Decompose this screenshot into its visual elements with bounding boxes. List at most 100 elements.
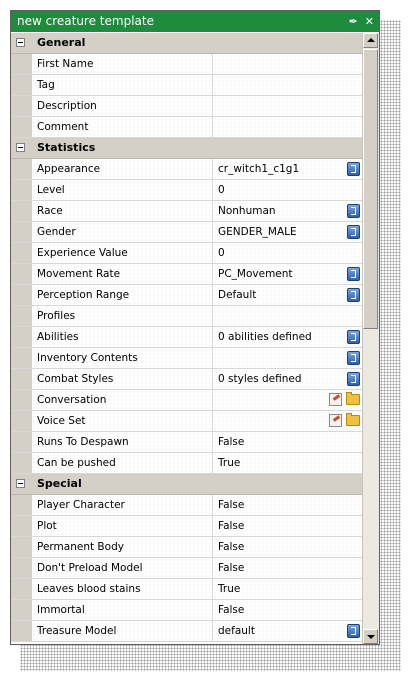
property-value[interactable] bbox=[213, 96, 363, 116]
property-value[interactable]: 0 styles defined bbox=[213, 369, 363, 389]
browse-icon[interactable] bbox=[347, 330, 360, 344]
folder-icon[interactable] bbox=[346, 392, 360, 405]
property-row-immortal[interactable]: Immortal False bbox=[11, 600, 363, 621]
property-value[interactable]: 0 abilities defined bbox=[213, 327, 363, 347]
property-value[interactable]: 0 bbox=[213, 243, 363, 263]
property-row-gender[interactable]: Gender GENDER_MALE bbox=[11, 222, 363, 243]
browse-icon[interactable] bbox=[347, 351, 360, 365]
property-row-perception-range[interactable]: Perception Range Default bbox=[11, 285, 363, 306]
property-value[interactable]: GENDER_MALE bbox=[213, 222, 363, 242]
property-row-don-t-preload-model[interactable]: Don't Preload Model False bbox=[11, 558, 363, 579]
property-value-text: 0 bbox=[218, 184, 225, 196]
property-row-player-character[interactable]: Player Character False bbox=[11, 495, 363, 516]
property-value[interactable] bbox=[213, 54, 363, 74]
property-value[interactable] bbox=[213, 306, 363, 326]
property-row-treasure-model[interactable]: Treasure Model default bbox=[11, 621, 363, 642]
property-value-text: 0 styles defined bbox=[218, 373, 302, 385]
property-row-voice-set[interactable]: Voice Set bbox=[11, 411, 363, 432]
property-value[interactable]: False bbox=[213, 537, 363, 557]
property-row-runs-to-despawn[interactable]: Runs To Despawn False bbox=[11, 432, 363, 453]
property-row-leaves-blood-stains[interactable]: Leaves blood stains True bbox=[11, 579, 363, 600]
property-name: Experience Value bbox=[32, 243, 213, 263]
property-value[interactable]: True bbox=[213, 453, 363, 473]
edit-icon[interactable] bbox=[329, 414, 342, 427]
property-value[interactable]: Default bbox=[213, 285, 363, 305]
property-value[interactable]: 0 bbox=[213, 180, 363, 200]
property-value[interactable]: False bbox=[213, 495, 363, 515]
category-special[interactable]: Special bbox=[11, 474, 363, 495]
scroll-up-button[interactable] bbox=[363, 33, 378, 48]
property-value[interactable]: Nonhuman bbox=[213, 201, 363, 221]
property-value[interactable] bbox=[213, 390, 363, 410]
row-gutter bbox=[11, 600, 32, 620]
close-icon[interactable]: ✕ bbox=[365, 11, 374, 32]
property-row-race[interactable]: Race Nonhuman bbox=[11, 201, 363, 222]
property-row-abilities[interactable]: Abilities 0 abilities defined bbox=[11, 327, 363, 348]
property-value[interactable]: True bbox=[213, 579, 363, 599]
row-gutter bbox=[11, 180, 32, 200]
property-row-experience-value[interactable]: Experience Value 0 bbox=[11, 243, 363, 264]
property-name: Movement Rate bbox=[32, 264, 213, 284]
browse-icon[interactable] bbox=[347, 624, 360, 638]
property-row-combat-styles[interactable]: Combat Styles 0 styles defined bbox=[11, 369, 363, 390]
browse-icon[interactable] bbox=[347, 204, 360, 218]
pin-icon[interactable]: ✒ bbox=[349, 11, 358, 32]
property-name: Level bbox=[32, 180, 213, 200]
property-name: Tag bbox=[32, 75, 213, 95]
browse-icon[interactable] bbox=[347, 162, 360, 176]
collapse-icon[interactable] bbox=[16, 38, 25, 47]
property-value[interactable]: False bbox=[213, 558, 363, 578]
category-gutter bbox=[11, 138, 32, 158]
property-name: Treasure Model bbox=[32, 621, 213, 641]
title-bar[interactable]: new creature template ✒ ✕ bbox=[11, 11, 379, 32]
property-name: Runs To Despawn bbox=[32, 432, 213, 452]
property-row-comment[interactable]: Comment bbox=[11, 117, 363, 138]
property-row-appearance[interactable]: Appearance cr_witch1_c1g1 bbox=[11, 159, 363, 180]
scroll-thumb[interactable] bbox=[363, 49, 378, 329]
property-row-first-name[interactable]: First Name bbox=[11, 54, 363, 75]
row-gutter bbox=[11, 495, 32, 515]
property-value[interactable] bbox=[213, 411, 363, 431]
row-gutter bbox=[11, 285, 32, 305]
collapse-icon[interactable] bbox=[16, 143, 25, 152]
property-row-plot[interactable]: Plot False bbox=[11, 516, 363, 537]
category-general[interactable]: General bbox=[11, 33, 363, 54]
row-gutter bbox=[11, 54, 32, 74]
property-value[interactable]: False bbox=[213, 432, 363, 452]
property-value[interactable] bbox=[213, 75, 363, 95]
property-row-can-be-pushed[interactable]: Can be pushed True bbox=[11, 453, 363, 474]
row-gutter bbox=[11, 348, 32, 368]
scroll-down-button[interactable] bbox=[363, 629, 378, 644]
row-gutter bbox=[11, 243, 32, 263]
property-row-inventory-contents[interactable]: Inventory Contents bbox=[11, 348, 363, 369]
browse-icon[interactable] bbox=[347, 267, 360, 281]
category-statistics[interactable]: Statistics bbox=[11, 138, 363, 159]
property-value-text: PC_Movement bbox=[218, 268, 293, 280]
browse-icon[interactable] bbox=[347, 288, 360, 302]
property-value[interactable]: False bbox=[213, 600, 363, 620]
property-name: Player Character bbox=[32, 495, 213, 515]
property-row-tag[interactable]: Tag bbox=[11, 75, 363, 96]
property-value[interactable] bbox=[213, 348, 363, 368]
row-gutter bbox=[11, 411, 32, 431]
property-row-permanent-body[interactable]: Permanent Body False bbox=[11, 537, 363, 558]
property-row-conversation[interactable]: Conversation bbox=[11, 390, 363, 411]
property-row-description[interactable]: Description bbox=[11, 96, 363, 117]
property-value-text: False bbox=[218, 436, 245, 448]
property-value[interactable] bbox=[213, 117, 363, 137]
browse-icon[interactable] bbox=[347, 225, 360, 239]
browse-icon[interactable] bbox=[347, 372, 360, 386]
row-gutter bbox=[11, 432, 32, 452]
vertical-scrollbar[interactable] bbox=[362, 33, 379, 644]
property-row-level[interactable]: Level 0 bbox=[11, 180, 363, 201]
property-value[interactable]: cr_witch1_c1g1 bbox=[213, 159, 363, 179]
property-value[interactable]: False bbox=[213, 516, 363, 536]
property-row-movement-rate[interactable]: Movement Rate PC_Movement bbox=[11, 264, 363, 285]
folder-icon[interactable] bbox=[346, 413, 360, 426]
edit-icon[interactable] bbox=[329, 393, 342, 406]
property-row-profiles[interactable]: Profiles bbox=[11, 306, 363, 327]
property-name: Comment bbox=[32, 117, 213, 137]
collapse-icon[interactable] bbox=[16, 479, 25, 488]
property-value[interactable]: PC_Movement bbox=[213, 264, 363, 284]
property-value[interactable]: default bbox=[213, 621, 363, 641]
